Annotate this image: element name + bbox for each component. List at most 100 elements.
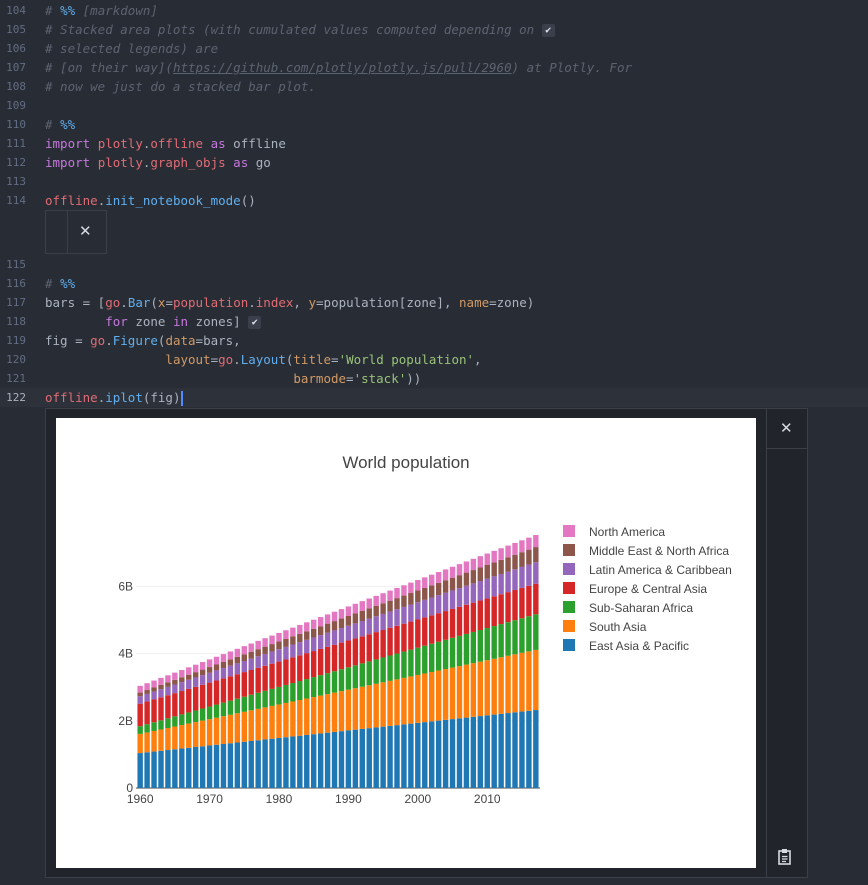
line-number: 121 [6,372,26,385]
bar-segment [144,732,150,753]
bar-segment [408,676,414,724]
bar-segment [241,741,247,788]
bar-segment [470,663,477,717]
fold-check-icon[interactable]: ✔ [541,24,555,37]
code-line[interactable]: 108 # now we just do a stacked bar plot. [0,77,868,96]
code-line[interactable]: 110 # %% [0,115,868,134]
code-text[interactable]: fig = go.Figure(data=bars, [45,331,241,350]
bar-segment [498,548,504,560]
bar-segment [165,750,171,788]
bar-segment [359,636,366,664]
bar-segment [165,718,171,729]
bar-segment [526,616,532,652]
bar-segment [324,732,331,788]
bar-segment [241,660,247,673]
code-text[interactable]: import plotly.offline as offline [45,134,286,153]
bar-segment [255,667,261,693]
bar-segment [359,601,366,611]
bar-segment [359,610,366,622]
bar-segment [345,640,352,668]
code-line[interactable]: 115 [0,255,868,274]
bar-segment [290,636,296,645]
bar-segment [213,670,220,681]
code-line[interactable]: 113 [0,172,868,191]
code-text[interactable]: offline.init_notebook_mode() [45,191,256,210]
bar-segment [290,736,296,788]
code-line[interactable]: 122 offline.iplot(fig) [0,388,868,407]
code-line[interactable]: 121 barmode='stack')) [0,369,868,388]
bar-segment [380,603,386,614]
plot-panel[interactable]: World population 1960 1970 1980 1990 2000 201… [56,418,756,868]
code-line[interactable]: 118 for zone in zones] ✔ [0,312,868,331]
code-line[interactable]: 107 # [on their way](https://github.com/p… [0,58,868,77]
stacked-bar-chart[interactable]: World population 1960 1970 1980 1990 2000 201… [56,418,756,868]
code-token: title [293,352,332,367]
bar-segment [338,618,345,629]
code-line[interactable]: 111 import plotly.offline as offline [0,134,868,153]
bar-segment [387,627,393,656]
bar-segment [283,646,289,660]
chart-title: World population [342,453,469,472]
line-number: 117 [6,296,26,309]
code-line[interactable]: 116 # %% [0,274,868,293]
bar-segment [394,598,400,610]
code-text[interactable]: # [on their way](https://github.com/plot… [45,58,632,77]
bar-segment [255,640,261,650]
code-text[interactable]: for zone in zones] ✔ [45,312,262,331]
legend-label: Latin America & Caribbean [589,563,732,577]
fold-check-icon[interactable]: ✔ [248,316,262,329]
code-token: Bar [127,295,151,310]
clipboard-icon[interactable] [777,848,793,866]
code-token: . [105,333,113,348]
code-line[interactable]: 117 bars = [go.Bar(x=population.index, y=… [0,293,868,312]
bar-segment [151,730,157,752]
code-line[interactable]: 120 layout=go.Layout(title='World popula… [0,350,868,369]
code-text[interactable]: # %% [markdown] [45,1,158,20]
code-text[interactable]: # %% [45,115,75,134]
line-number: 104 [6,4,26,17]
close-output-icon[interactable]: ✕ [79,222,92,240]
code-line[interactable]: 112 import plotly.graph_objs as go [0,153,868,172]
bar-segment [227,665,234,677]
close-plot-output-icon[interactable]: ✕ [780,419,793,437]
bar-segment [137,733,143,754]
code-text[interactable]: # selected legends) are [45,39,218,58]
bar-segment [415,619,421,648]
code-line[interactable]: 104 # %% [markdown] [0,1,868,20]
bar-segment [352,688,359,730]
code-token: for [105,314,128,329]
code-text[interactable]: # Stacked area plots (with cumulated val… [45,20,555,39]
bar-segment [352,638,359,666]
bar-segment [158,729,164,751]
code-token: , [474,352,482,367]
text-cursor [180,391,183,406]
bar-segment [255,649,261,657]
code-text[interactable]: offline.iplot(fig) [45,388,183,407]
code-line[interactable]: 114 offline.init_notebook_mode() [0,191,868,210]
bar-segment [366,634,372,662]
code-line[interactable]: 106 # selected legends) are [0,39,868,58]
line-number: 120 [6,353,26,366]
code-text[interactable]: # now we just do a stacked bar plot. [45,77,316,96]
bar-segment [144,724,150,733]
code-line[interactable]: 109 [0,96,868,115]
bar-segment [206,659,213,668]
code-text[interactable]: # %% [45,274,75,293]
bar-segment [380,682,386,727]
bar-segment [512,620,518,655]
code-text[interactable]: bars = [go.Bar(x=population.index, y=pop… [45,293,534,312]
code-text[interactable]: import plotly.graph_objs as go [45,153,271,172]
code-text[interactable]: barmode='stack')) [45,369,421,388]
bar-segment [491,658,497,715]
code-token: y [308,295,317,310]
code-text[interactable]: layout=go.Layout(title='World population… [45,350,482,369]
code-line[interactable]: 119 fig = go.Figure(data=bars, [0,331,868,350]
bar-segment [429,643,435,673]
x-tick-label: 1970 [196,792,223,806]
y-axis: 0 2B 4B 6B [118,579,133,795]
bar-segment [456,575,463,589]
x-tick-label: 2010 [474,792,501,806]
code-line[interactable]: 105 # Stacked area plots (with cumulated … [0,20,868,39]
